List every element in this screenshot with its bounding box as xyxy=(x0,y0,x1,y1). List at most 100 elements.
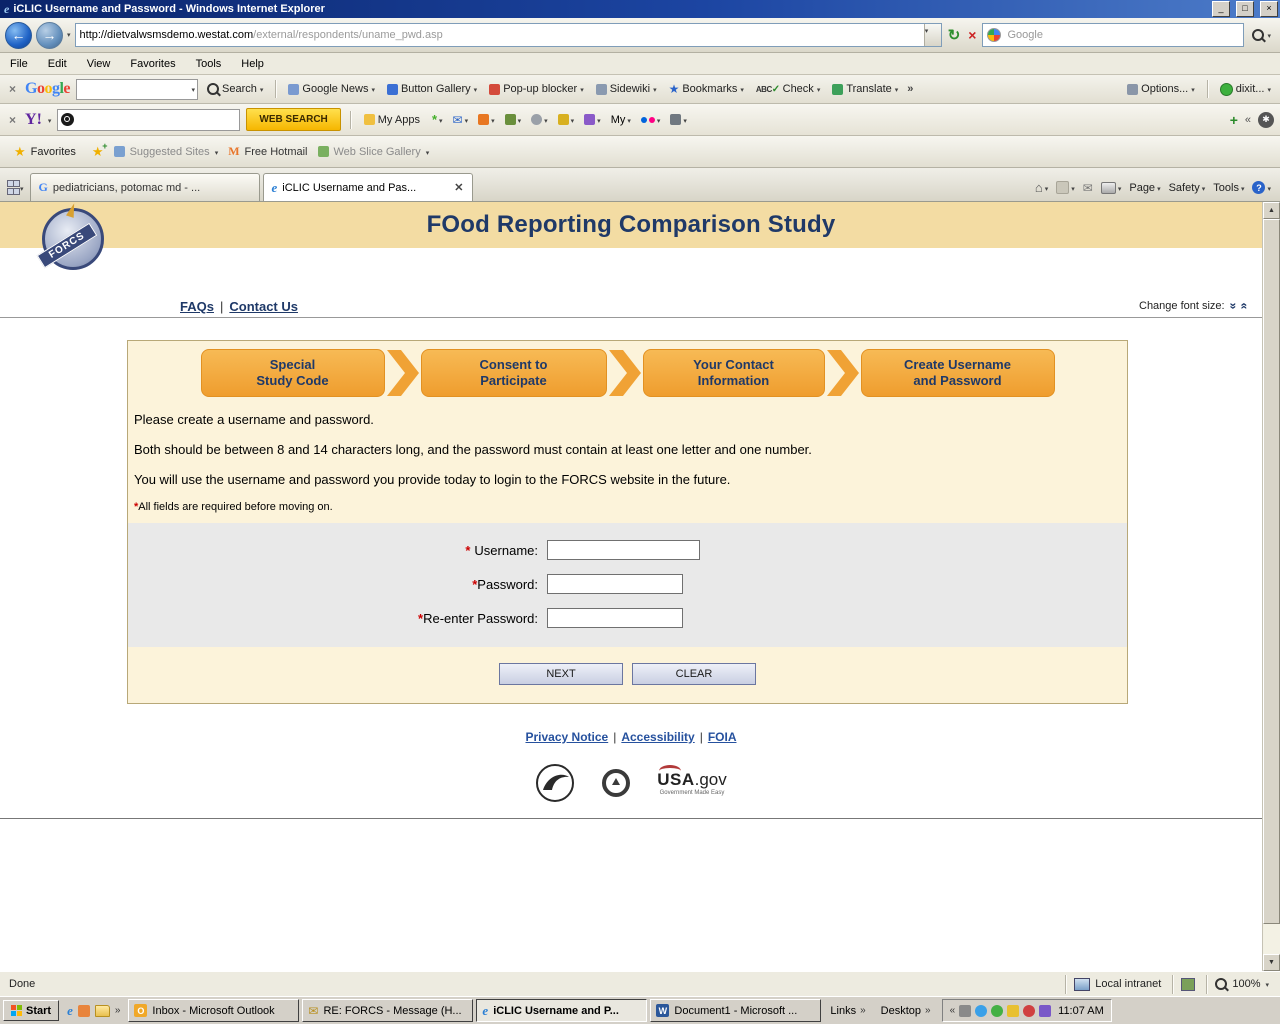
favorites-button[interactable]: ★Favorites xyxy=(8,141,82,163)
tray-icon[interactable] xyxy=(959,1005,971,1017)
yahoo-logo[interactable]: Y! xyxy=(25,111,42,129)
links-toolbar[interactable]: Links» xyxy=(824,1005,871,1017)
tab-pediatricians[interactable]: G pediatricians, potomac md - ... xyxy=(30,173,260,201)
scroll-up-icon[interactable]: ▲ xyxy=(1263,202,1280,219)
address-input[interactable]: http://dietvalwsmsdemo.westat.com /exter… xyxy=(75,23,942,47)
tray-icon[interactable] xyxy=(1023,1005,1035,1017)
add-app-icon[interactable]: + xyxy=(1230,112,1238,128)
quick-tabs-button[interactable] xyxy=(5,180,27,201)
back-button[interactable]: ← xyxy=(5,22,32,49)
address-dropdown-icon[interactable] xyxy=(924,24,941,46)
buzz-button[interactable] xyxy=(556,114,577,126)
page-menu-button[interactable]: Page xyxy=(1129,182,1160,194)
next-button[interactable]: NEXT xyxy=(499,663,623,685)
feeds-button[interactable] xyxy=(1056,181,1075,194)
translate-button[interactable]: Translate xyxy=(829,81,901,97)
tab-close-icon[interactable]: ✕ xyxy=(454,181,463,194)
password-field[interactable] xyxy=(547,574,683,594)
folder-icon[interactable] xyxy=(95,1005,110,1017)
scrollbar-track[interactable] xyxy=(1263,924,1280,954)
overflow-icon[interactable]: » xyxy=(115,1005,121,1016)
account-button[interactable]: dixit... xyxy=(1217,81,1274,98)
zoom-control[interactable]: 100% xyxy=(1206,975,1277,994)
scroll-down-icon[interactable]: ▼ xyxy=(1263,954,1280,971)
task-word[interactable]: WDocument1 - Microsoft ... xyxy=(650,999,821,1022)
popup-blocker-button[interactable]: Pop-up blocker xyxy=(486,81,587,97)
mail-button[interactable]: ✉ xyxy=(451,113,471,127)
tab-iclic[interactable]: e iCLIC Username and Pas... ✕ xyxy=(263,173,473,201)
menu-tools[interactable]: Tools xyxy=(196,58,222,70)
toolbar-overflow-icon[interactable]: » xyxy=(907,83,913,95)
print-button[interactable] xyxy=(1101,182,1122,194)
my-menu-button[interactable]: My xyxy=(609,114,633,126)
menu-favorites[interactable]: Favorites xyxy=(130,58,175,70)
google-news-button[interactable]: Google News xyxy=(285,81,378,97)
menu-help[interactable]: Help xyxy=(241,58,264,70)
faqs-link[interactable]: FAQs xyxy=(180,299,214,314)
privacy-notice-link[interactable]: Privacy Notice xyxy=(525,730,608,744)
tray-collapse-icon[interactable]: « xyxy=(950,1005,956,1016)
reenter-password-field[interactable] xyxy=(547,608,683,628)
minimize-button[interactable]: _ xyxy=(1212,1,1230,17)
tray-icon[interactable] xyxy=(975,1005,987,1017)
share-button[interactable] xyxy=(476,114,497,126)
tray-icon[interactable] xyxy=(991,1005,1003,1017)
menu-file[interactable]: File xyxy=(10,58,28,70)
desktop-toolbar[interactable]: Desktop» xyxy=(875,1005,937,1017)
messenger-button[interactable]: * xyxy=(430,112,445,127)
task-outlook[interactable]: OInbox - Microsoft Outlook xyxy=(128,999,299,1022)
flickr-button[interactable] xyxy=(639,114,663,126)
menu-view[interactable]: View xyxy=(87,58,111,70)
refresh-button[interactable]: ↻ xyxy=(946,26,963,44)
yahoo-search-input[interactable] xyxy=(57,109,240,131)
ie-quicklaunch-icon[interactable]: e xyxy=(67,1003,73,1019)
forward-button[interactable]: → xyxy=(36,22,63,49)
search-button[interactable] xyxy=(1248,29,1275,41)
close-button[interactable]: × xyxy=(1260,1,1278,17)
tools-menu-button[interactable]: Tools xyxy=(1213,182,1244,194)
font-larger-icon[interactable]: « xyxy=(1238,303,1252,310)
tray-icon[interactable] xyxy=(1039,1005,1051,1017)
sidewiki-button[interactable]: Sidewiki xyxy=(593,81,660,97)
usa-gov-logo[interactable]: USA.gov Government Made Easy xyxy=(657,770,727,796)
task-message[interactable]: ✉RE: FORCS - Message (H... xyxy=(302,999,473,1022)
search-dropdown-icon[interactable] xyxy=(1267,29,1271,41)
task-iclic[interactable]: eiCLIC Username and P... xyxy=(476,999,647,1022)
menu-edit[interactable]: Edit xyxy=(48,58,67,70)
quicklaunch-icon[interactable] xyxy=(78,1005,90,1017)
close-toolbar-icon[interactable]: × xyxy=(6,82,19,96)
web-search-button[interactable]: WEB SEARCH xyxy=(246,108,340,131)
maximize-button[interactable]: □ xyxy=(1236,1,1254,17)
google-search-input[interactable] xyxy=(76,79,198,100)
accessibility-link[interactable]: Accessibility xyxy=(621,730,694,744)
start-button[interactable]: Start xyxy=(3,1000,59,1021)
collapse-icon[interactable]: « xyxy=(1245,114,1251,126)
games-button[interactable] xyxy=(582,114,603,126)
editor-button[interactable] xyxy=(503,114,524,126)
home-button[interactable]: ⌂ xyxy=(1035,180,1048,195)
photos-button[interactable] xyxy=(668,114,689,126)
button-gallery-button[interactable]: Button Gallery xyxy=(384,81,480,97)
foia-link[interactable]: FOIA xyxy=(708,730,737,744)
answers-button[interactable] xyxy=(529,114,550,126)
spellcheck-button[interactable]: ABC✓Check xyxy=(753,81,823,97)
stop-button[interactable]: × xyxy=(966,27,978,43)
close-toolbar-icon[interactable]: × xyxy=(6,113,19,127)
search-input[interactable] xyxy=(1005,28,1239,42)
gear-icon[interactable]: ✱ xyxy=(1258,112,1274,128)
tray-icon[interactable] xyxy=(1007,1005,1019,1017)
read-mail-button[interactable]: ✉ xyxy=(1083,181,1093,195)
options-button[interactable]: Options... xyxy=(1124,81,1198,97)
web-slice-gallery-button[interactable]: Web Slice Gallery xyxy=(318,146,430,158)
bookmarks-button[interactable]: ★Bookmarks xyxy=(666,80,747,98)
username-field[interactable] xyxy=(547,540,700,560)
free-hotmail-button[interactable]: MFree Hotmail xyxy=(228,144,307,159)
contact-us-link[interactable]: Contact Us xyxy=(229,299,298,314)
add-favorite-icon[interactable]: ★+ xyxy=(92,144,104,160)
dropdown-icon[interactable] xyxy=(48,114,52,126)
safety-menu-button[interactable]: Safety xyxy=(1169,182,1206,194)
nav-history-dropdown-icon[interactable] xyxy=(67,31,71,39)
suggested-sites-button[interactable]: Suggested Sites xyxy=(114,146,219,158)
my-apps-button[interactable]: My Apps xyxy=(360,112,424,128)
google-input-dropdown-icon[interactable] xyxy=(192,83,196,95)
